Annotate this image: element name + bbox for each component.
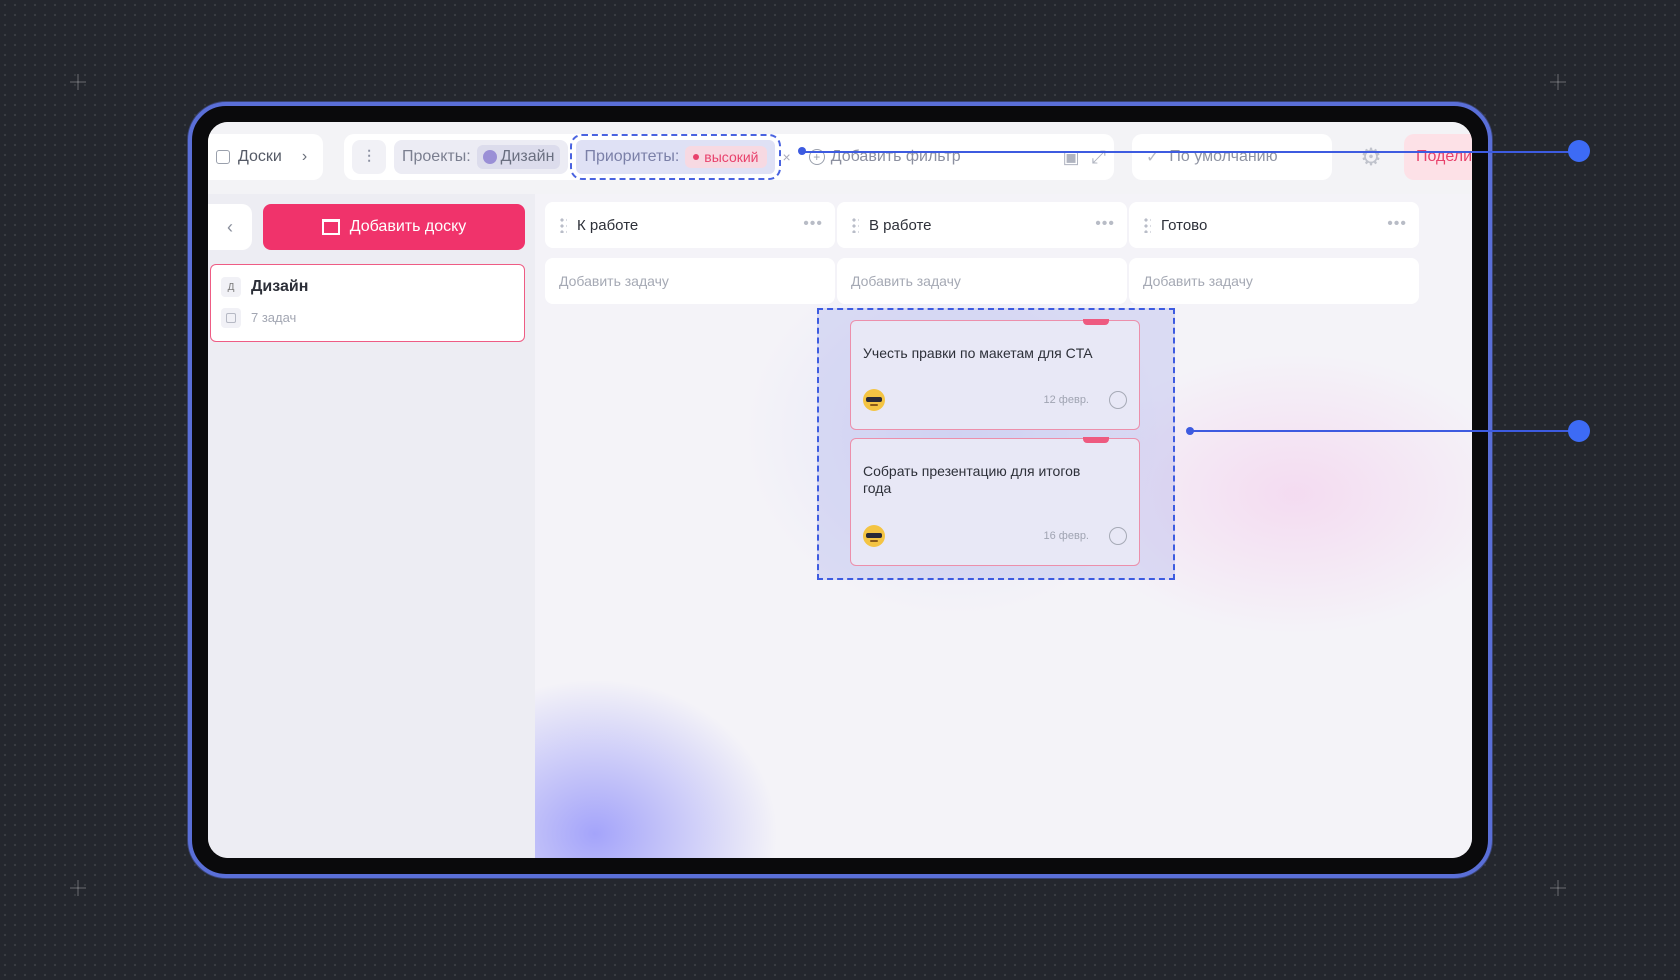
callout-marker — [1568, 140, 1590, 162]
chevron-right-icon: › — [301, 148, 308, 165]
share-button[interactable]: Подели — [1404, 134, 1472, 180]
board-name: Дизайн — [251, 278, 309, 295]
task-date: 16 февр. — [1043, 530, 1089, 542]
priority-flag — [1083, 319, 1109, 325]
grid-plus-icon — [70, 880, 86, 896]
drag-handle-icon[interactable] — [1143, 217, 1151, 233]
more-icon[interactable]: ••• — [803, 215, 823, 233]
grid-plus-icon — [1550, 74, 1566, 90]
callout-line — [802, 151, 1578, 153]
top-bar: Доски › ⫶ Проекты: Дизайн Приоритеты: вы… — [208, 122, 1472, 194]
project-avatar-icon — [482, 150, 497, 164]
board-add-icon — [321, 219, 340, 235]
check-icon: ✓ — [1146, 149, 1160, 166]
sidebar: ‹ Добавить доску Д Дизайн 7 задач — [208, 194, 535, 858]
complete-checkbox[interactable] — [1109, 391, 1127, 409]
callout-marker — [1568, 420, 1590, 442]
gear-icon[interactable]: ⚙ — [1356, 142, 1386, 172]
callout-line — [1190, 430, 1578, 432]
drag-handle-icon[interactable] — [559, 217, 567, 233]
task-title: Собрать презентацию для итогов года — [863, 463, 1081, 496]
board-letter: Д — [221, 277, 241, 297]
board-item-design[interactable]: Д Дизайн 7 задач — [210, 264, 525, 342]
task-title: Учесть правки по макетам для CTA — [863, 345, 1093, 361]
save-icon[interactable]: ▣ — [1063, 147, 1080, 168]
priority-flag — [1083, 437, 1109, 443]
task-date: 12 февр. — [1043, 394, 1089, 406]
column-header-done[interactable]: Готово ••• — [1129, 202, 1419, 248]
drag-handle-icon[interactable] — [851, 217, 859, 233]
more-icon[interactable]: ••• — [1095, 215, 1115, 233]
app-screen: Доски › ⫶ Проекты: Дизайн Приоритеты: вы… — [208, 122, 1472, 858]
kanban-board: К работе ••• Добавить задачу В работе ••… — [535, 194, 1472, 858]
project-tag[interactable]: Дизайн — [476, 145, 561, 169]
board-icon — [216, 150, 230, 164]
priority-tag-label: высокий — [704, 149, 759, 165]
chevron-left-icon: ‹ — [227, 216, 233, 237]
breadcrumb-label: Доски — [238, 148, 282, 165]
priority-dot-icon — [693, 154, 700, 160]
complete-checkbox[interactable] — [1109, 527, 1127, 545]
task-card[interactable]: Учесть правки по макетам для CTA 12 февр… — [850, 319, 1140, 430]
projects-filter-label: Проекты: — [402, 148, 471, 165]
breadcrumb[interactable]: Доски › — [208, 134, 323, 180]
filter-actions: ▣ ⤢ — [1063, 147, 1106, 168]
column-title: К работе — [577, 216, 639, 234]
priorities-filter-label: Приоритеты: — [584, 148, 680, 165]
grid-plus-icon — [70, 74, 86, 90]
column-title: Готово — [1161, 216, 1208, 234]
more-icon[interactable]: ••• — [1387, 215, 1407, 233]
tablet-frame: Доски › ⫶ Проекты: Дизайн Приоритеты: вы… — [188, 102, 1492, 878]
avatar — [863, 525, 885, 547]
sort-dropdown[interactable]: ✓ По умолчанию — [1132, 134, 1332, 180]
add-task-field[interactable]: Добавить задачу — [545, 258, 835, 304]
add-task-label: Добавить задачу — [851, 273, 961, 289]
selection-highlight: Учесть правки по макетам для CTA 12 февр… — [817, 308, 1175, 580]
project-tag-label: Дизайн — [500, 148, 555, 165]
tasks-icon — [221, 308, 241, 328]
task-card[interactable]: Собрать презентацию для итогов года 16 ф… — [850, 437, 1140, 566]
add-task-label: Добавить задачу — [1143, 273, 1253, 289]
filter-bar: ⫶ Проекты: Дизайн Приоритеты: высокий × — [344, 134, 1114, 180]
add-task-field[interactable]: Добавить задачу — [1129, 258, 1419, 304]
remove-filter-icon[interactable]: × — [783, 149, 791, 165]
column-header-todo[interactable]: К работе ••• — [545, 202, 835, 248]
add-board-label: Добавить доску — [349, 218, 467, 235]
avatar — [863, 389, 885, 411]
priority-tag[interactable]: высокий — [685, 146, 767, 168]
sliders-icon[interactable]: ⫶ — [352, 140, 386, 174]
grid-plus-icon — [1550, 880, 1566, 896]
add-task-label: Добавить задачу — [559, 273, 669, 289]
expand-icon[interactable]: ⤢ — [1092, 147, 1106, 168]
column-title: В работе — [869, 216, 932, 234]
priorities-filter[interactable]: Приоритеты: высокий — [570, 134, 781, 180]
board-task-count: 7 задач — [251, 310, 297, 325]
column-header-in-progress[interactable]: В работе ••• — [837, 202, 1127, 248]
add-board-button[interactable]: Добавить доску — [263, 204, 525, 250]
collapse-sidebar-button[interactable]: ‹ — [208, 204, 252, 250]
add-task-field[interactable]: Добавить задачу — [837, 258, 1127, 304]
projects-filter[interactable]: Проекты: Дизайн — [394, 140, 569, 174]
